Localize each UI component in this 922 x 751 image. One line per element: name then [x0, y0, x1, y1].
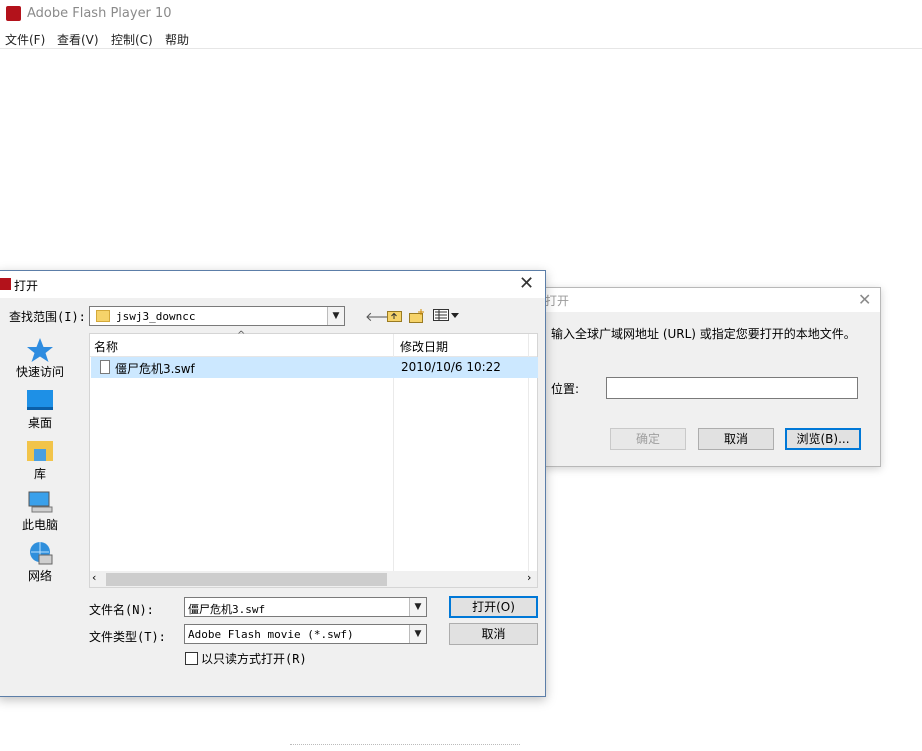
browse-button[interactable]: 浏览(B)...	[785, 428, 861, 450]
place-label: 此电脑	[21, 518, 58, 532]
readonly-label[interactable]: 以只读方式打开(R)	[201, 650, 307, 667]
open-file-title: 打开	[14, 279, 39, 293]
place-network[interactable]: 网络	[9, 541, 71, 584]
close-icon[interactable]: ✕	[519, 273, 534, 294]
cancel-button[interactable]: 取消	[698, 428, 774, 450]
look-in-label: 查找范围(I):	[9, 310, 86, 324]
place-this-pc[interactable]: 此电脑	[9, 490, 71, 533]
flash-file-icon	[0, 278, 11, 290]
open-file-title-bar: 打开 ✕	[0, 271, 545, 298]
file-date: 2010/10/6 10:22	[401, 360, 501, 374]
app-title: Adobe Flash Player 10	[27, 6, 172, 21]
menu-file[interactable]: 文件(F)	[5, 31, 45, 48]
place-label: 库	[33, 467, 46, 481]
file-type-combo[interactable]: Adobe Flash movie (*.swf) ▼	[184, 624, 427, 644]
scroll-thumb[interactable]	[106, 573, 387, 586]
cancel-button[interactable]: 取消	[449, 623, 538, 645]
open-location-title: 打开	[545, 294, 570, 308]
place-quick-access[interactable]: 快速访问	[9, 337, 71, 380]
look-in-value: jswj3_downcc	[116, 310, 196, 323]
ok-button[interactable]: 确定	[610, 428, 686, 450]
open-file-dialog: 打开 ✕ 查找范围(I): jswj3_downcc ▼ 🡐 快速访问 桌面 库	[0, 270, 546, 697]
location-label: 位置:	[551, 382, 580, 396]
network-icon	[26, 541, 54, 565]
file-name-combo[interactable]: 僵尸危机3.swf ▼	[184, 597, 427, 617]
app-title-bar: Adobe Flash Player 10	[0, 0, 922, 28]
file-type-label: 文件类型(T):	[89, 630, 166, 644]
close-icon[interactable]: ✕	[858, 290, 871, 309]
menu-view[interactable]: 查看(V)	[57, 31, 99, 48]
library-icon	[26, 439, 54, 463]
place-label: 桌面	[27, 416, 52, 430]
list-item[interactable]: 僵尸危机3.swf 2010/10/6 10:22	[91, 357, 538, 378]
file-name-value[interactable]: 僵尸危机3.swf	[188, 601, 265, 617]
location-input[interactable]	[606, 377, 858, 399]
open-location-dialog: 打开 ✕ 输入全球广域网地址 (URL) 或指定您要打开的本地文件。 位置: 确…	[544, 287, 881, 467]
chevron-down-icon[interactable]: ▼	[409, 598, 426, 616]
up-folder-icon[interactable]	[387, 309, 402, 326]
file-name-label: 文件名(N):	[89, 603, 154, 617]
place-library[interactable]: 库	[9, 439, 71, 482]
desktop-icon	[26, 388, 54, 412]
flash-player-icon	[6, 6, 21, 21]
place-label: 快速访问	[15, 365, 64, 379]
sort-caret-icon: ^	[237, 330, 246, 341]
column-name[interactable]: 名称	[94, 338, 118, 355]
file-name: 僵尸危机3.swf	[115, 362, 195, 376]
column-date[interactable]: 修改日期	[400, 338, 448, 355]
scroll-left-icon[interactable]: ‹	[92, 571, 96, 584]
readonly-checkbox[interactable]	[185, 652, 198, 665]
file-type-value: Adobe Flash movie (*.swf)	[188, 628, 354, 641]
scroll-right-icon[interactable]: ›	[527, 571, 531, 584]
open-location-message: 输入全球广域网地址 (URL) 或指定您要打开的本地文件。	[551, 327, 856, 341]
new-folder-icon[interactable]	[409, 309, 425, 327]
menu-help[interactable]: 帮助	[165, 31, 189, 48]
look-in-combo[interactable]: jswj3_downcc ▼	[89, 306, 345, 326]
folder-icon	[96, 310, 110, 322]
computer-icon	[26, 490, 54, 514]
view-menu-icon[interactable]	[433, 309, 461, 325]
list-header: ^ 名称 修改日期	[90, 330, 537, 357]
place-label: 网络	[27, 569, 52, 583]
open-location-title-bar: 打开 ✕	[545, 288, 880, 312]
chevron-down-icon[interactable]: ▼	[327, 307, 344, 325]
file-list: ^ 名称 修改日期 僵尸危机3.swf 2010/10/6 10:22 ‹ ›	[89, 330, 538, 588]
file-icon	[100, 360, 110, 374]
chevron-down-icon[interactable]: ▼	[409, 625, 426, 643]
place-desktop[interactable]: 桌面	[9, 388, 71, 431]
star-icon	[26, 337, 54, 362]
menu-control[interactable]: 控制(C)	[111, 31, 153, 48]
horizontal-scrollbar[interactable]: ‹ ›	[90, 571, 537, 587]
open-button[interactable]: 打开(O)	[449, 596, 538, 618]
